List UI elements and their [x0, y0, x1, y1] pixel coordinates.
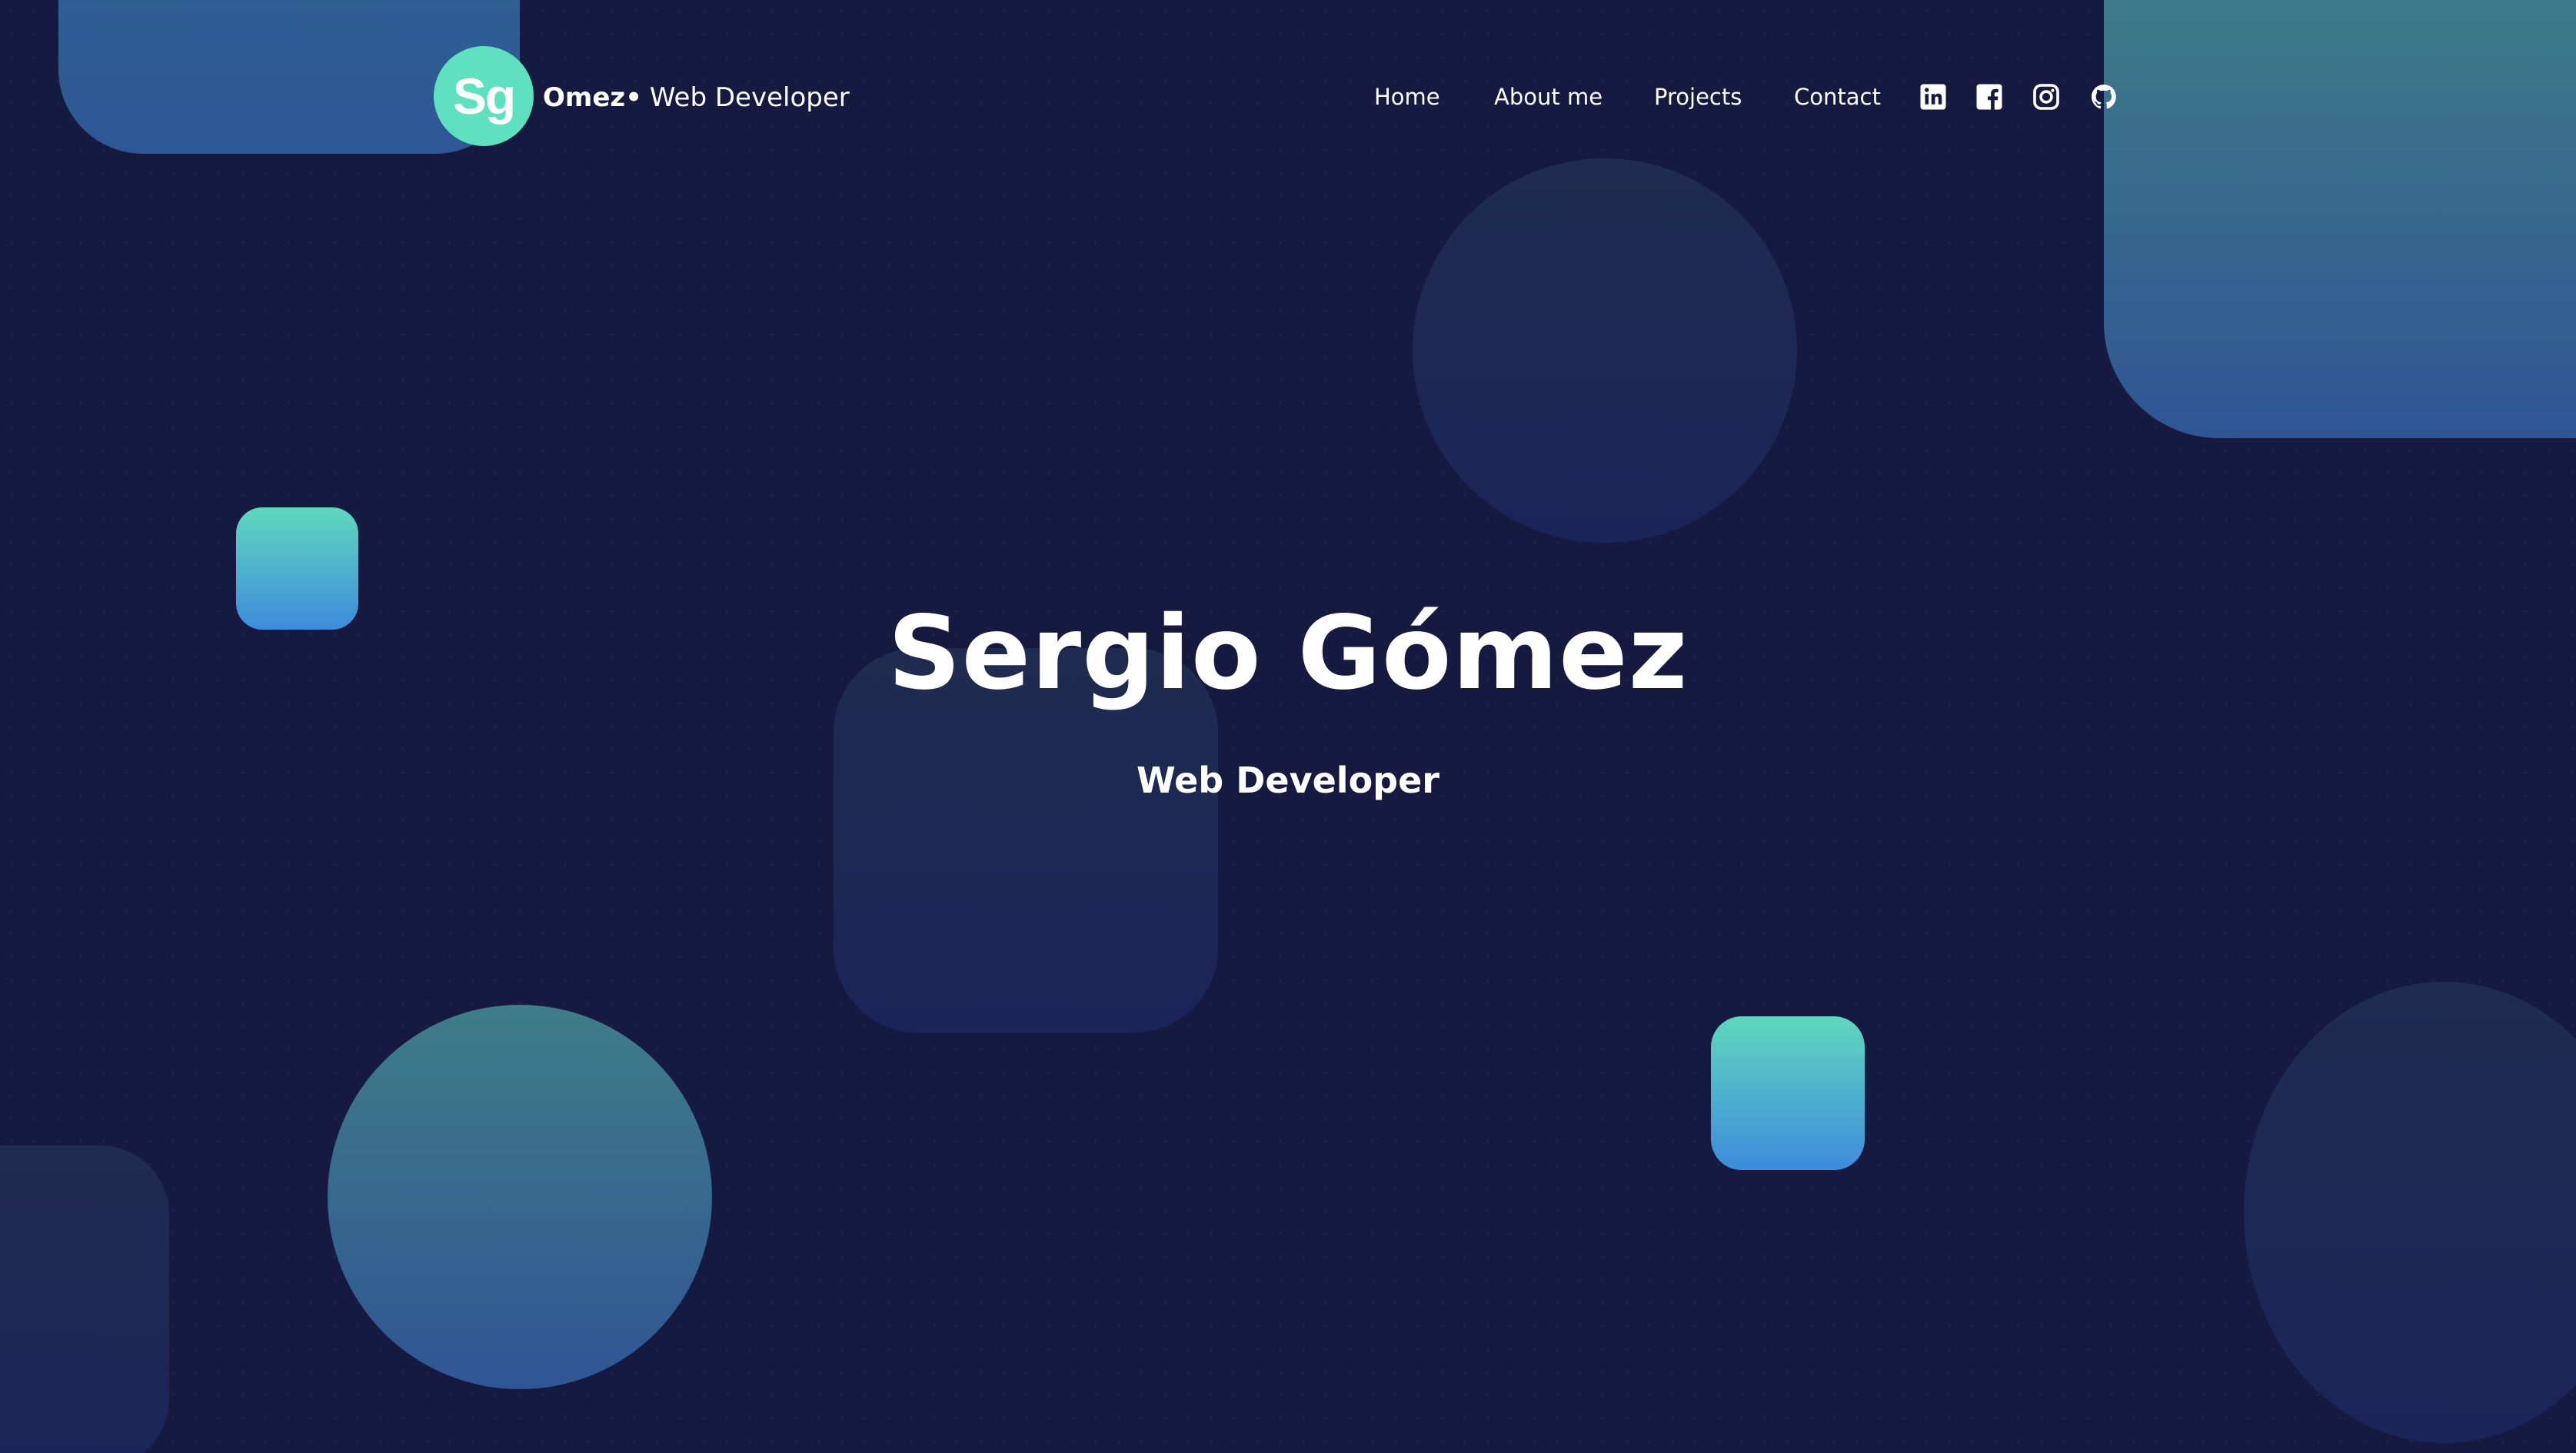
nav-link-contact[interactable]: Contact: [1794, 80, 1881, 114]
logo-badge[interactable]: Sg: [434, 46, 534, 146]
nav-link-projects[interactable]: Projects: [1654, 80, 1742, 114]
brand-text[interactable]: Omez• Web Developer: [543, 78, 850, 117]
hero-title: Sergio Gómez: [887, 594, 1689, 713]
decorative-circle-top: [1413, 158, 1797, 543]
decorative-circle-bottom-right: [2244, 982, 2576, 1443]
facebook-icon[interactable]: [1975, 83, 2003, 111]
decorative-square-right: [1711, 1016, 1865, 1170]
decorative-circle-bottom-left: [328, 1005, 712, 1389]
instagram-icon[interactable]: [2032, 83, 2060, 111]
brand-separator: •: [625, 82, 642, 113]
navbar: Sg Omez• Web Developer Home About me Proj…: [0, 0, 2576, 192]
decorative-block-bottom-left: [0, 1145, 169, 1453]
hero-subtitle: Web Developer: [1137, 760, 1439, 801]
github-icon[interactable]: [2090, 83, 2118, 111]
portfolio-landing-page: Sg Omez• Web Developer Home About me Proj…: [0, 0, 2576, 1453]
brand-name: Omez: [543, 82, 626, 113]
linkedin-icon[interactable]: [1919, 83, 1947, 111]
brand-role: Web Developer: [649, 82, 850, 113]
nav-link-home[interactable]: Home: [1374, 80, 1440, 114]
nav-link-about-me[interactable]: About me: [1494, 80, 1603, 114]
